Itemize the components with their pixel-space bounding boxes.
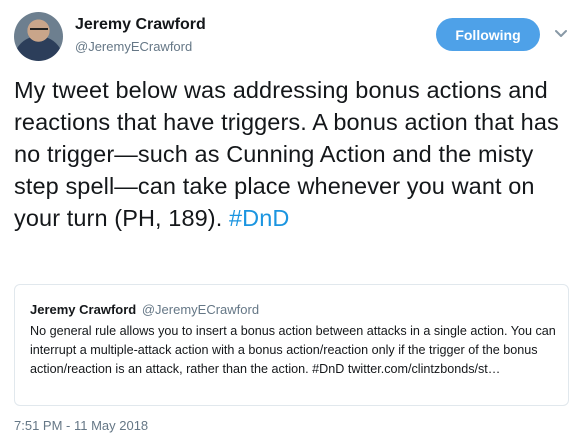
avatar[interactable]	[14, 12, 63, 61]
quoted-author-handle: @JeremyECrawford	[141, 302, 260, 317]
quoted-tweet-header: Jeremy Crawford @JeremyECrawford	[30, 302, 259, 317]
tweet-timestamp[interactable]: 7:51 PM - 11 May 2018	[14, 418, 148, 433]
following-button[interactable]: Following	[436, 18, 540, 51]
hashtag-link[interactable]: #DnD	[229, 205, 289, 231]
chevron-down-icon[interactable]	[555, 26, 567, 38]
quoted-tweet[interactable]: Jeremy Crawford @JeremyECrawford No gene…	[14, 284, 569, 406]
author-name[interactable]: Jeremy Crawford	[75, 16, 206, 34]
avatar-glasses	[30, 28, 48, 35]
quoted-author-name: Jeremy Crawford	[30, 302, 137, 317]
quoted-tweet-text: No general rule allows you to insert a b…	[30, 324, 556, 376]
author-handle[interactable]: @JeremyECrawford	[75, 39, 192, 54]
tweet-text: My tweet below was addressing bonus acti…	[14, 74, 574, 234]
